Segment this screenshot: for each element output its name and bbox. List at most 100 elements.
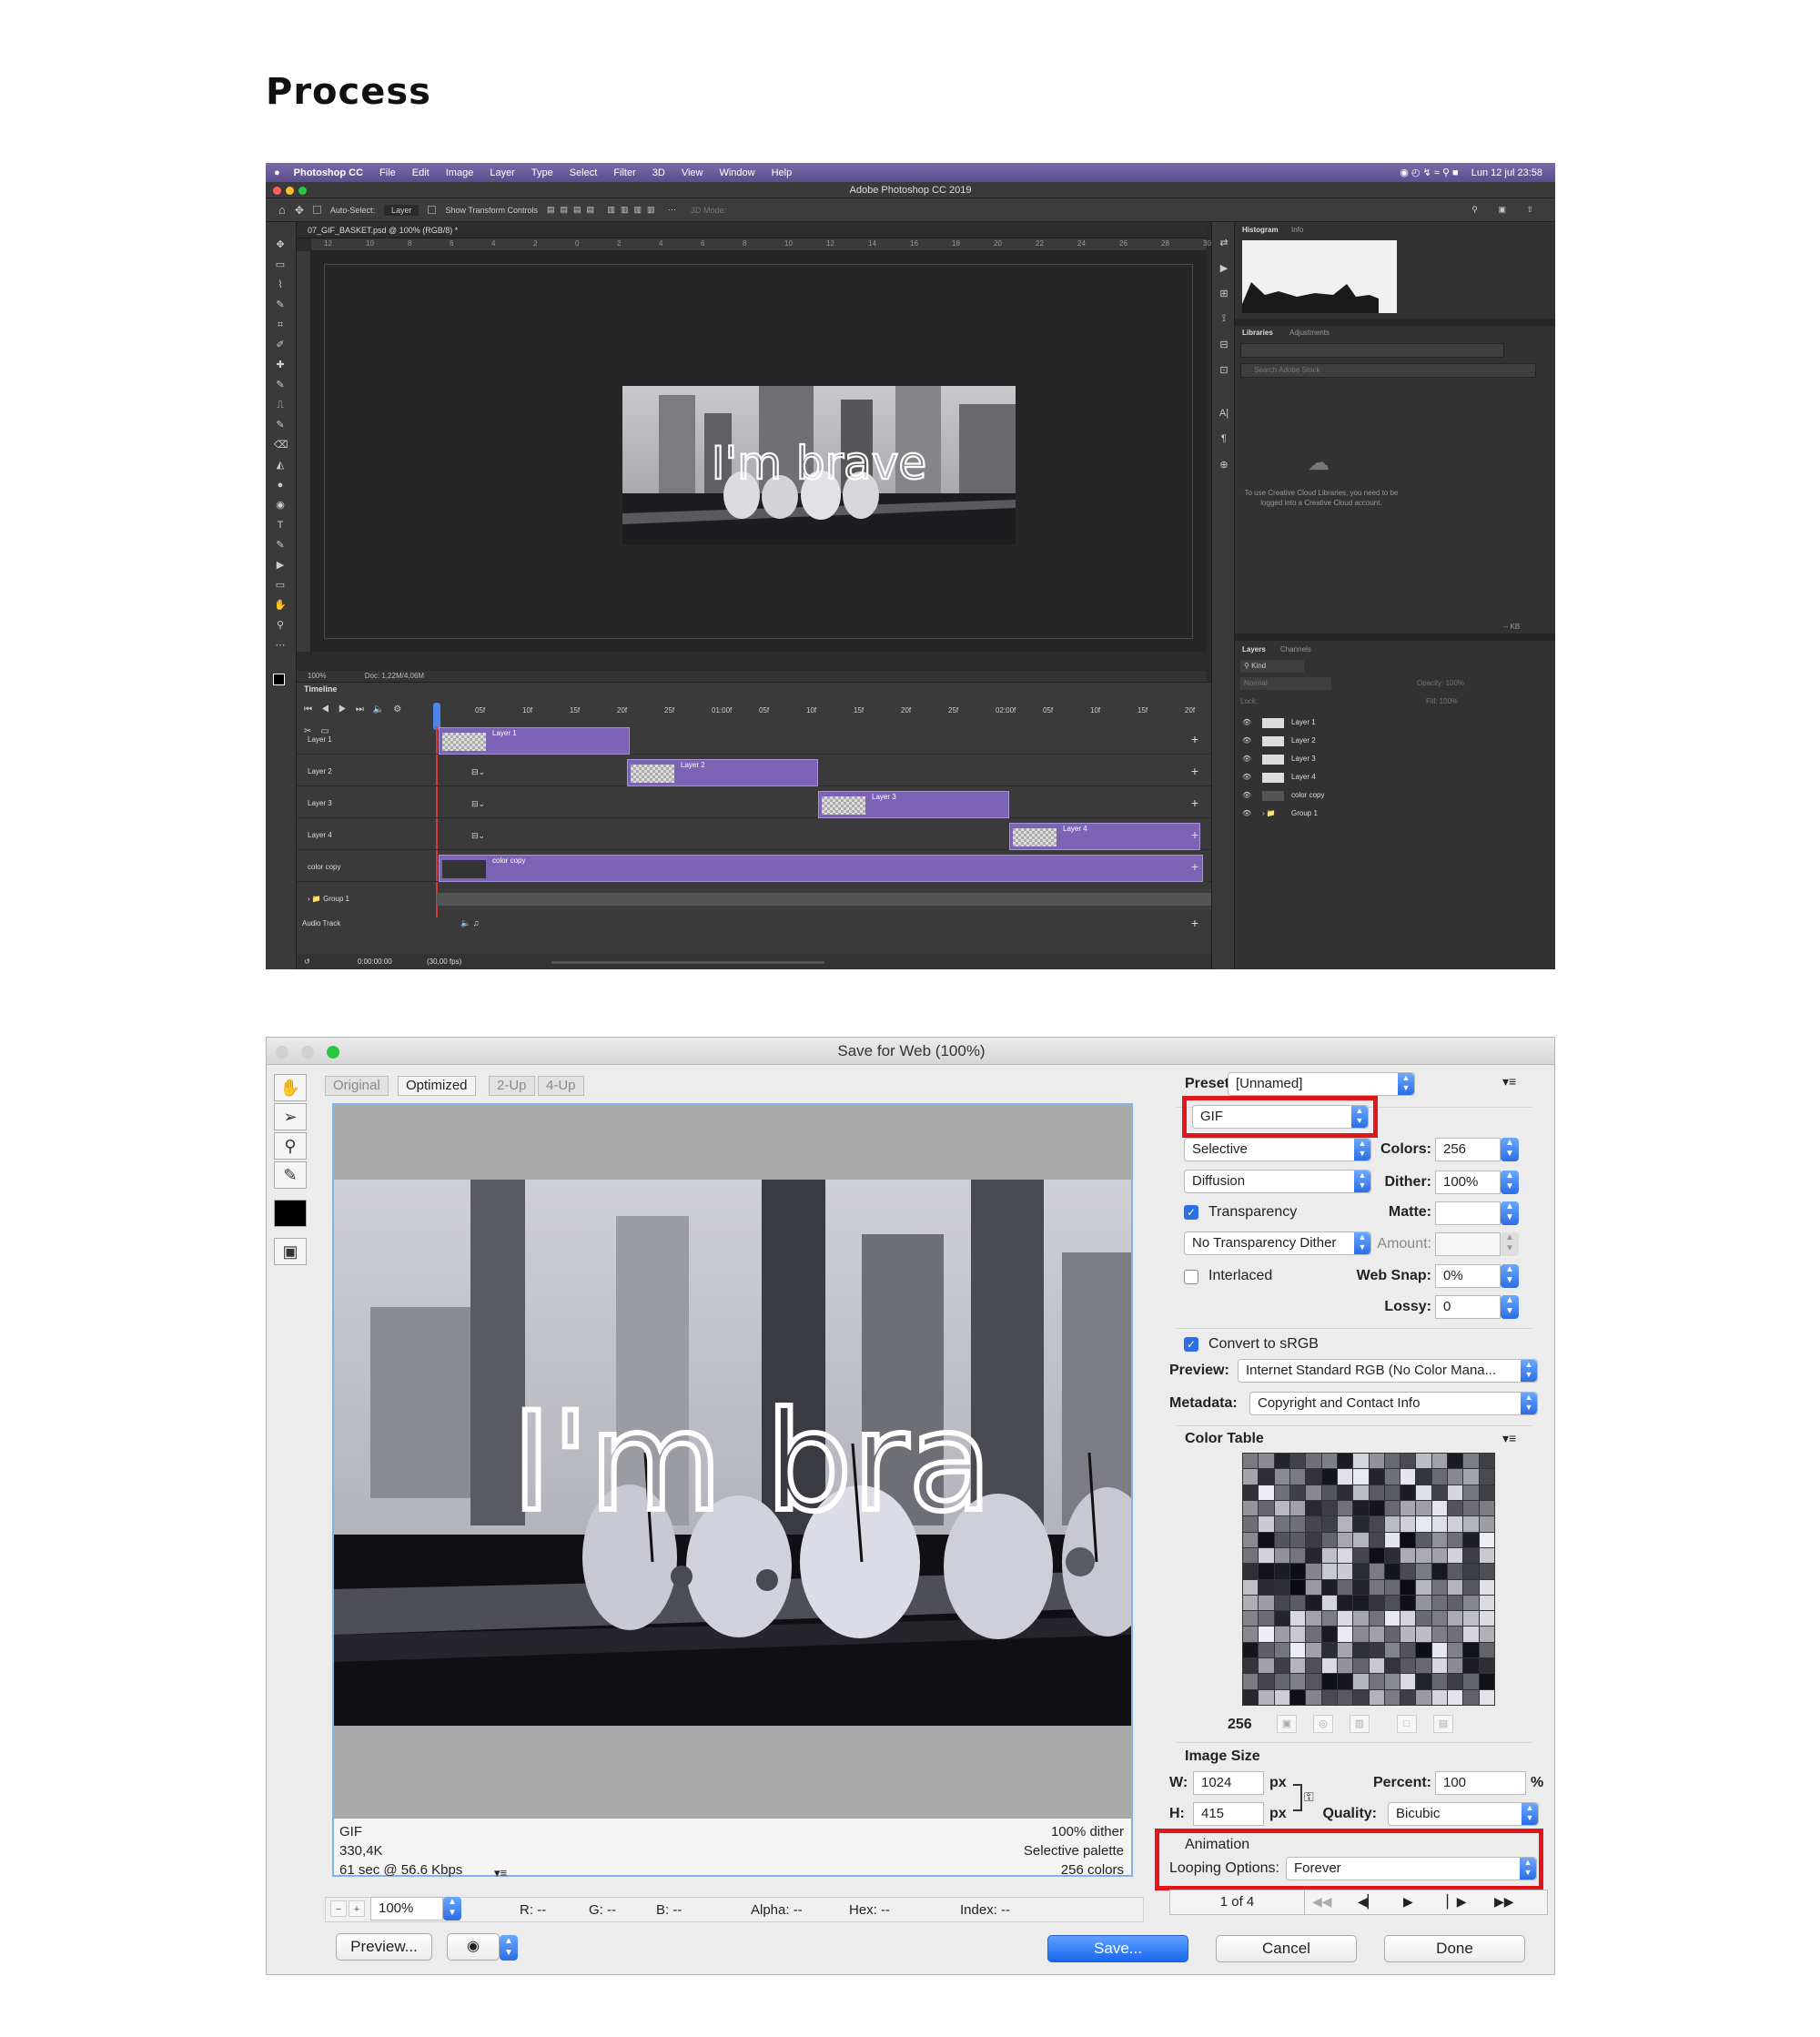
add-audio-button[interactable]: + xyxy=(1191,916,1198,930)
delete-color-icon[interactable]: ▤ xyxy=(1433,1715,1453,1733)
tool-3-icon[interactable]: ⌇ xyxy=(274,280,287,290)
color-swatch[interactable] xyxy=(1463,1547,1479,1564)
menu-app-name[interactable]: Photoshop CC xyxy=(294,167,363,178)
dither-algorithm-select[interactable]: Diffusion ▲ ▼ xyxy=(1184,1170,1371,1193)
preview-pane[interactable]: I'm bra GIF 330,4K 61 sec @ 56.6 Kbps ▾≡… xyxy=(332,1103,1133,1880)
zoom-dot-icon[interactable] xyxy=(298,187,307,195)
visibility-eye-icon[interactable]: 👁 xyxy=(1242,768,1251,786)
layer-row[interactable]: 👁 color copy xyxy=(1235,786,1555,805)
color-swatch[interactable] xyxy=(1337,1516,1353,1532)
color-swatch[interactable] xyxy=(1463,1516,1479,1532)
color-swatch[interactable] xyxy=(1321,1485,1337,1500)
timeline-ruler[interactable]: 05f 10f 15f 20f 25f 01:00f 05f 10f 15f 20f 25f 02:0… xyxy=(433,706,1195,719)
canvas-image[interactable]: I'm brave xyxy=(622,386,1016,544)
color-swatch[interactable] xyxy=(1463,1674,1479,1689)
color-swatch[interactable] xyxy=(1431,1674,1448,1689)
color-swatch[interactable] xyxy=(1448,1674,1463,1689)
color-swatch[interactable] xyxy=(1259,1485,1274,1500)
menu-view[interactable]: View xyxy=(682,167,703,178)
color-swatch[interactable] xyxy=(1289,1642,1306,1658)
color-swatch[interactable] xyxy=(1369,1627,1384,1642)
color-swatch[interactable] xyxy=(1384,1516,1400,1532)
add-media-icon[interactable]: + xyxy=(1191,827,1198,842)
color-swatch[interactable] xyxy=(1243,1454,1259,1469)
color-swatch[interactable] xyxy=(1400,1658,1416,1674)
web-snap-field[interactable]: 0% xyxy=(1435,1264,1501,1288)
tab-2-up[interactable]: 2-Up xyxy=(489,1076,535,1096)
layer-row[interactable]: 👁 Layer 4 xyxy=(1235,768,1555,786)
color-swatch[interactable] xyxy=(1431,1642,1448,1658)
color-swatch[interactable] xyxy=(1259,1532,1274,1547)
color-swatch[interactable] xyxy=(1259,1674,1274,1689)
color-swatch[interactable] xyxy=(1384,1547,1400,1564)
color-swatch[interactable] xyxy=(1243,1595,1259,1611)
foreground-color-swatch[interactable] xyxy=(273,674,285,685)
library-dropdown[interactable] xyxy=(1240,343,1504,358)
color-swatch[interactable] xyxy=(1321,1564,1337,1579)
color-swatch[interactable] xyxy=(1321,1532,1337,1547)
reduction-select[interactable]: Selective ▲ ▼ xyxy=(1184,1138,1371,1161)
color-swatch[interactable] xyxy=(1479,1485,1494,1500)
color-swatch[interactable] xyxy=(1274,1658,1289,1674)
color-swatch[interactable] xyxy=(1448,1627,1463,1642)
preview-button[interactable]: Preview... xyxy=(336,1933,432,1961)
opacity-field[interactable]: Opacity: 100% xyxy=(1417,679,1464,687)
color-swatch[interactable] xyxy=(1353,1454,1369,1469)
color-swatch[interactable] xyxy=(1479,1674,1494,1689)
color-swatch[interactable] xyxy=(1431,1500,1448,1516)
tool-17-icon[interactable]: ▶ xyxy=(274,561,287,571)
color-swatch[interactable] xyxy=(1384,1689,1400,1705)
color-swatch[interactable] xyxy=(1306,1627,1321,1642)
add-media-icon[interactable]: + xyxy=(1191,764,1198,778)
color-swatch[interactable] xyxy=(1274,1485,1289,1500)
add-media-icon[interactable]: + xyxy=(1191,796,1198,810)
color-swatch[interactable] xyxy=(1431,1454,1448,1469)
color-swatch[interactable] xyxy=(1463,1454,1479,1469)
color-swatch[interactable] xyxy=(1463,1658,1479,1674)
color-swatch[interactable] xyxy=(1337,1564,1353,1579)
color-swatch[interactable] xyxy=(1337,1500,1353,1516)
color-swatch[interactable] xyxy=(1463,1595,1479,1611)
track-options-icon[interactable]: ⊟⌄ xyxy=(471,831,485,841)
color-swatch[interactable] xyxy=(1259,1500,1274,1516)
color-swatch[interactable] xyxy=(1448,1611,1463,1627)
color-swatch[interactable] xyxy=(1243,1516,1259,1532)
color-swatch[interactable] xyxy=(1274,1564,1289,1579)
color-swatch[interactable] xyxy=(1479,1532,1494,1547)
tool-8-icon[interactable]: ✎ xyxy=(274,380,287,390)
color-swatch[interactable] xyxy=(1259,1579,1274,1595)
interlaced-checkbox[interactable] xyxy=(1184,1270,1198,1284)
color-table-grid[interactable] xyxy=(1242,1453,1495,1706)
looping-options-select[interactable]: Forever ▲ ▼ xyxy=(1286,1857,1537,1880)
timeline-clip[interactable]: Layer 4 xyxy=(1009,823,1200,850)
menu-help[interactable]: Help xyxy=(772,167,793,178)
color-swatch[interactable] xyxy=(1479,1516,1494,1532)
color-swatch[interactable] xyxy=(1353,1611,1369,1627)
lossy-field[interactable]: 0 xyxy=(1435,1295,1501,1319)
color-swatch[interactable] xyxy=(1400,1642,1416,1658)
metadata-select[interactable]: Copyright and Contact Info ▲ ▼ xyxy=(1249,1392,1538,1415)
color-swatch[interactable] xyxy=(1274,1627,1289,1642)
menu-layer[interactable]: Layer xyxy=(490,167,515,178)
browser-stepper[interactable]: ▲ ▼ xyxy=(500,1935,518,1961)
convert-srgb-checkbox[interactable]: ✓ xyxy=(1184,1337,1198,1352)
amount-field[interactable] xyxy=(1435,1232,1501,1256)
menu-type[interactable]: Type xyxy=(531,167,553,178)
color-swatch[interactable] xyxy=(1400,1532,1416,1547)
color-table-menu-icon[interactable]: ▾≡ xyxy=(1502,1431,1516,1446)
zoom-out-icon[interactable]: − xyxy=(330,1900,347,1917)
new-color-icon[interactable]: □ xyxy=(1397,1715,1417,1733)
color-swatch[interactable] xyxy=(1259,1469,1274,1485)
color-swatch[interactable] xyxy=(1337,1532,1353,1547)
color-swatch[interactable] xyxy=(1384,1658,1400,1674)
color-swatch[interactable] xyxy=(1400,1547,1416,1564)
color-swatch[interactable] xyxy=(1337,1689,1353,1705)
color-swatch[interactable] xyxy=(1431,1579,1448,1595)
menu-window[interactable]: Window xyxy=(719,167,754,178)
color-swatch[interactable] xyxy=(1243,1627,1259,1642)
color-swatch[interactable] xyxy=(1337,1485,1353,1500)
color-swatch[interactable] xyxy=(1416,1674,1431,1689)
color-swatch[interactable] xyxy=(1369,1595,1384,1611)
timeline-clip[interactable]: Layer 1 xyxy=(439,727,630,755)
track-options-icon[interactable]: ⊟⌄ xyxy=(471,767,485,777)
